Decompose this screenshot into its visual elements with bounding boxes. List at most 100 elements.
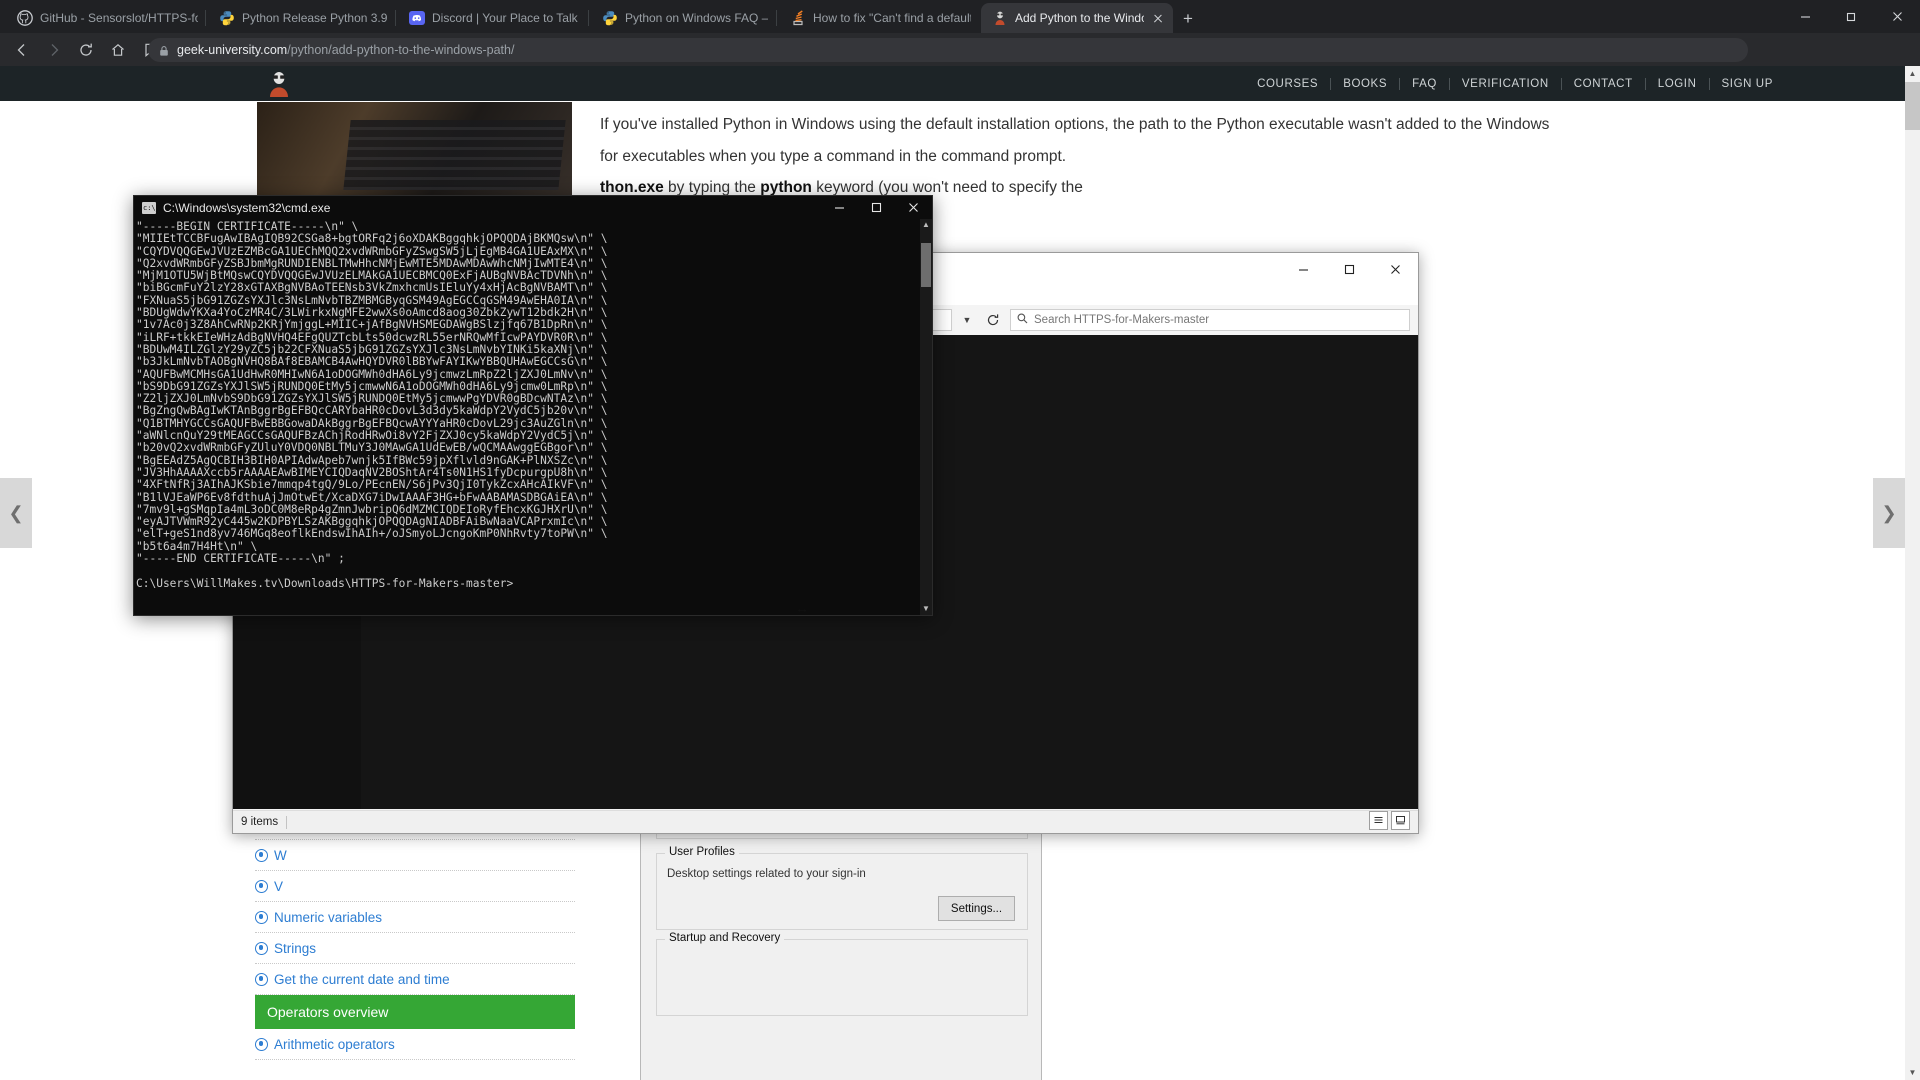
reload-icon[interactable] [72, 36, 100, 64]
bullet-icon [255, 910, 268, 924]
site-nav-item-faq[interactable]: FAQ [1400, 78, 1449, 90]
minimize-icon[interactable] [821, 196, 858, 219]
close-icon[interactable] [1874, 0, 1920, 33]
close-icon[interactable] [895, 196, 932, 219]
toc-item-8[interactable]: Numeric variables [255, 902, 575, 933]
back-arrow-icon[interactable] [8, 36, 36, 64]
refresh-icon[interactable] [982, 309, 1004, 331]
browser-tab-4[interactable]: How to fix "Can't find a default Python [779, 3, 979, 33]
scroll-down-arrow-icon[interactable]: ▼ [920, 603, 932, 615]
tab-divider [205, 10, 206, 26]
browser-chrome: GitHub - Sensorslot/HTTPS-for-Make Pytho… [0, 0, 1920, 90]
tab-label: Add Python to the Windows Path [1015, 11, 1144, 25]
new-tab-button[interactable]: + [1177, 8, 1199, 30]
browser-tab-2[interactable]: Discord | Your Place to Talk and Hang [398, 3, 588, 33]
url-path: /python/add-python-to-the-windows-path/ [287, 43, 515, 57]
status-divider [286, 815, 288, 829]
close-icon[interactable] [1372, 253, 1418, 285]
toc-item-7[interactable]: V [255, 871, 575, 902]
site-nav-item-verification[interactable]: VERIFICATION [1450, 78, 1561, 90]
scrollbar-thumb[interactable] [921, 243, 931, 287]
home-icon[interactable] [104, 36, 132, 64]
scroll-up-arrow-icon[interactable]: ▲ [920, 219, 932, 231]
tab-strip: GitHub - Sensorslot/HTTPS-for-Make Pytho… [0, 0, 1920, 33]
site-nav-item-login[interactable]: LOGIN [1646, 78, 1709, 90]
minimize-icon[interactable] [1782, 0, 1828, 33]
site-nav: COURSES BOOKS FAQ VERIFICATION CONTACT L… [1245, 66, 1785, 101]
browser-tab-1[interactable]: Python Release Python 3.9.1 | Python [208, 3, 396, 33]
restore-icon[interactable] [1828, 0, 1874, 33]
startup-recovery-group: Startup and Recovery [656, 932, 1028, 1016]
maximize-icon[interactable] [858, 196, 895, 219]
scroll-up-arrow-icon[interactable]: ▲ [1905, 66, 1920, 81]
cmd-title-bar[interactable]: C:\Windows\system32\cmd.exe [134, 196, 932, 219]
toc-item-12[interactable]: Arithmetic operators [255, 1029, 575, 1060]
explorer-search-input[interactable]: Search HTTPS-for-Makers-master [1010, 309, 1410, 331]
browser-window-controls [1782, 0, 1920, 33]
details-view-icon[interactable] [1369, 811, 1388, 830]
toc-item-6[interactable]: W [255, 840, 575, 871]
bullet-icon [255, 1037, 268, 1051]
toc-label: Operators overview [267, 1004, 389, 1020]
site-nav-item-courses[interactable]: COURSES [1245, 78, 1330, 90]
article-text-mid: by typing the [663, 179, 761, 196]
user-profiles-settings-button[interactable]: Settings... [938, 896, 1015, 921]
browser-tab-5-active[interactable]: Add Python to the Windows Path [981, 3, 1173, 33]
tab-label: Python on Windows FAQ — Python 3 [625, 11, 768, 25]
article-paragraph-2: for executables when you type a command … [600, 147, 1067, 165]
tab-divider [395, 10, 396, 26]
chevron-down-icon[interactable]: ▼ [958, 309, 976, 331]
browser-tab-3[interactable]: Python on Windows FAQ — Python 3 [591, 3, 776, 33]
search-icon [1017, 313, 1028, 327]
lock-icon [158, 44, 170, 56]
large-icons-view-icon[interactable] [1391, 811, 1410, 830]
site-logo-icon[interactable] [265, 69, 293, 97]
page-scrollbar[interactable]: ▲ ▼ [1905, 66, 1920, 1080]
minimize-icon[interactable] [1280, 253, 1326, 285]
toc-item-11-highlighted[interactable]: Operators overview [255, 995, 575, 1029]
tab-label: GitHub - Sensorslot/HTTPS-for-Make [40, 11, 198, 25]
article-bold-2: python [760, 179, 812, 196]
site-nav-item-signup[interactable]: SIGN UP [1710, 78, 1786, 90]
toc-label: Arithmetic operators [274, 1036, 395, 1052]
cmd-window: C:\Windows\system32\cmd.exe "-----BEGIN … [133, 195, 933, 616]
startup-recovery-label: Startup and Recovery [665, 932, 785, 944]
next-article-arrow[interactable]: ❯ [1873, 478, 1905, 548]
bullet-icon [255, 848, 268, 862]
explorer-view-buttons [1369, 811, 1410, 830]
geek-icon [992, 10, 1008, 26]
bullet-icon [255, 941, 268, 955]
explorer-status-bar: 9 items [233, 810, 1418, 833]
resize-horizontal-icon[interactable]: ↔ [795, 600, 809, 616]
maximize-icon[interactable] [1326, 253, 1372, 285]
close-icon[interactable] [1151, 11, 1165, 25]
prev-article-arrow[interactable]: ❮ [0, 478, 32, 548]
toc-item-10[interactable]: Get the current date and time [255, 964, 575, 995]
scrollbar-thumb[interactable] [1905, 82, 1920, 130]
toc-item-9[interactable]: Strings [255, 933, 575, 964]
tab-label: How to fix "Can't find a default Python [813, 11, 971, 25]
article-bold-1: thon.exe [600, 179, 664, 196]
bullet-icon [255, 972, 268, 986]
site-nav-item-books[interactable]: BOOKS [1331, 78, 1399, 90]
address-bar[interactable]: geek-university.com/python/add-python-to… [148, 38, 1748, 62]
scroll-down-arrow-icon[interactable]: ▼ [1905, 1065, 1920, 1080]
browser-tab-0[interactable]: GitHub - Sensorslot/HTTPS-for-Make [6, 3, 206, 33]
toc-label: Numeric variables [274, 909, 383, 925]
user-profiles-label: User Profiles [665, 846, 739, 858]
user-profiles-group: User Profiles Desktop settings related t… [656, 846, 1028, 930]
screen: GitHub - Sensorslot/HTTPS-for-Make Pytho… [0, 0, 1920, 1080]
bullet-icon [255, 879, 268, 893]
toc-label: W [274, 847, 287, 863]
site-nav-item-contact[interactable]: CONTACT [1562, 78, 1645, 90]
toc-label: Get the current date and time [274, 971, 450, 987]
explorer-item-count: 9 items [241, 816, 279, 828]
explorer-search-placeholder: Search HTTPS-for-Makers-master [1034, 314, 1210, 326]
cmd-scrollbar[interactable]: ▲ ▼ [920, 219, 932, 615]
url-text: geek-university.com/python/add-python-to… [177, 43, 514, 57]
cmd-output[interactable]: "-----BEGIN CERTIFICATE-----\n" \ "MIIEt… [134, 219, 920, 615]
discord-icon [409, 10, 425, 26]
tab-label: Discord | Your Place to Talk and Hang [432, 11, 580, 25]
toc-label: V [274, 878, 284, 894]
tab-divider [588, 10, 589, 26]
